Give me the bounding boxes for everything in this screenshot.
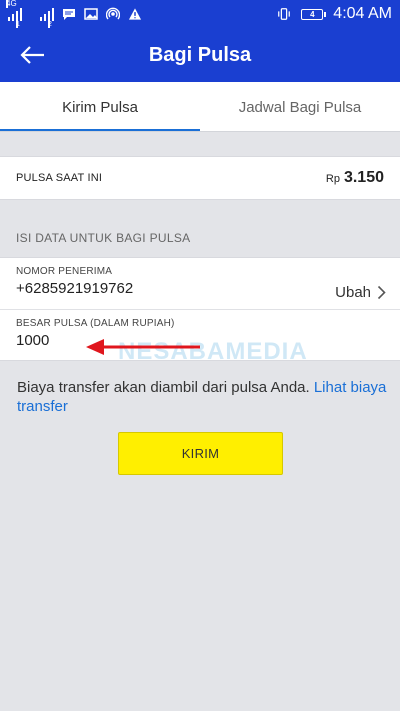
hotspot-icon <box>106 7 120 21</box>
recipient-value: +6285921919762 <box>16 280 134 297</box>
change-recipient-button[interactable]: Ubah <box>335 284 386 301</box>
currency-label: Rp <box>325 173 340 185</box>
signal-icon-sim1: 4G 1 <box>6 0 22 28</box>
balance-value: Rp 3.150 <box>326 169 384 187</box>
tab-divider <box>0 131 400 132</box>
arrow-left-icon <box>20 46 44 64</box>
message-icon <box>62 7 76 21</box>
balance-amount: 3.150 <box>343 169 384 186</box>
recipient-label: NOMOR PENERIMA <box>16 266 113 277</box>
vibrate-icon <box>277 7 291 21</box>
change-label: Ubah <box>335 284 371 301</box>
status-bar: 4G 1 2 4 4:04 AM <box>0 0 400 28</box>
balance-card: PULSA SAAT INI Rp 3.150 <box>0 156 400 200</box>
recipient-field[interactable]: NOMOR PENERIMA +6285921919762 Ubah <box>0 266 400 310</box>
app-bar: Bagi Pulsa <box>0 28 400 82</box>
section-title: ISI DATA UNTUK BAGI PULSA <box>16 231 191 245</box>
transfer-fee-info: Biaya transfer akan diambil dari pulsa A… <box>17 378 387 416</box>
tab-jadwal-bagi-pulsa[interactable]: Jadwal Bagi Pulsa <box>200 82 400 132</box>
amount-label: BESAR PULSA (DALAM RUPIAH) <box>16 318 175 329</box>
warning-icon <box>128 7 142 21</box>
clock: 4:04 AM <box>333 5 392 22</box>
page-title: Bagi Pulsa <box>148 43 252 66</box>
chevron-right-icon <box>377 285 386 300</box>
image-icon <box>84 7 98 21</box>
tab-kirim-pulsa[interactable]: Kirim Pulsa <box>0 82 200 132</box>
battery-icon: 4 <box>301 8 327 20</box>
info-text: Biaya transfer akan diambil dari pulsa A… <box>17 379 314 396</box>
tab-bar: Kirim Pulsa Jadwal Bagi Pulsa <box>0 82 400 132</box>
annotation-arrow-icon <box>86 339 200 355</box>
send-button[interactable]: KIRIM <box>118 432 283 475</box>
balance-label: PULSA SAAT INI <box>16 172 103 184</box>
signal-icon-sim2: 2 <box>40 7 54 28</box>
back-button[interactable] <box>18 42 46 68</box>
